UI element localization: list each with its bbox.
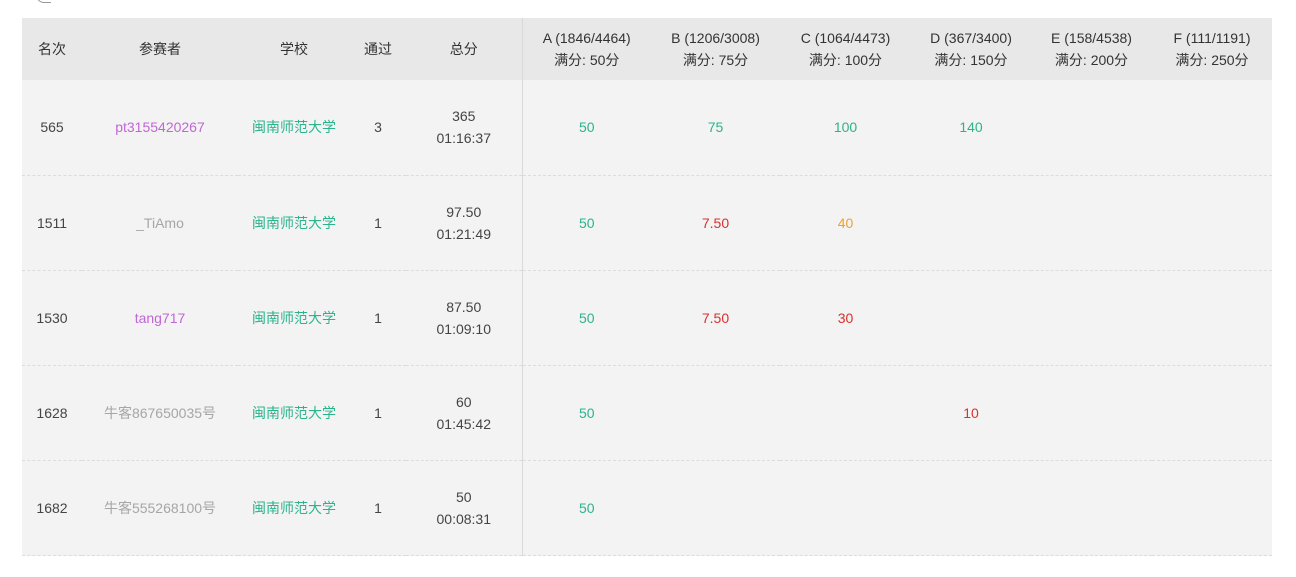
problem-title: B (1206/3008) [671, 30, 760, 46]
header-problem-d[interactable]: D (367/3400) 满分: 150分 [911, 18, 1031, 80]
participant-link[interactable]: 牛客867650035号 [82, 365, 238, 460]
total-time: 00:08:31 [436, 510, 492, 527]
passed-cell: 1 [374, 499, 382, 516]
participant-link[interactable]: pt3155420267 [82, 80, 238, 175]
header-rank[interactable]: 名次 [22, 18, 82, 80]
total-score: 60 [455, 393, 472, 410]
rank-cell: 565 [40, 119, 64, 136]
problem-e-cell [1031, 460, 1152, 555]
problem-c-cell: 30 [837, 309, 854, 326]
school-link[interactable]: 闽南师范大学 [238, 460, 350, 555]
problem-title: A (1846/4464) [542, 30, 631, 46]
header-passed[interactable]: 通过 [350, 18, 406, 80]
table-row: 565 pt3155420267 闽南师范大学 3 365 01:16:37 50… [22, 80, 1272, 175]
problem-e-cell [1031, 175, 1152, 270]
problem-f-cell [1152, 175, 1272, 270]
header-participant: 参赛者 [82, 18, 238, 80]
table-row: 1682 牛客555268100号 闽南师范大学 1 50 00:08:31 50 [22, 460, 1272, 555]
rank-cell: 1511 [36, 214, 68, 231]
problem-f-cell [1152, 365, 1272, 460]
problem-b-cell [651, 365, 780, 460]
problem-b-cell [651, 460, 780, 555]
problem-title: E (158/4538) [1051, 30, 1132, 46]
total-cell: 365 01:16:37 [406, 80, 523, 175]
total-time: 01:21:49 [436, 225, 492, 242]
participant-link[interactable]: _TiAmo [82, 175, 238, 270]
total-time: 01:16:37 [436, 130, 492, 147]
header-problem-a[interactable]: A (1846/4464) 满分: 50分 [522, 18, 651, 80]
problem-a-cell: 50 [578, 499, 595, 516]
total-time: 01:45:42 [436, 415, 492, 432]
school-link[interactable]: 闽南师范大学 [238, 270, 350, 365]
problem-full-score: 满分: 150分 [934, 52, 1008, 68]
passed-cell: 1 [374, 214, 382, 231]
problem-d-cell [911, 175, 1031, 270]
total-cell: 87.50 01:09:10 [406, 270, 523, 365]
total-score: 87.50 [446, 298, 482, 315]
corner-decoration [36, 0, 51, 3]
table-header-row: 名次 参赛者 学校 通过 总分 A (1846/4464) 满分: 50分 B (… [22, 18, 1272, 80]
school-link[interactable]: 闽南师范大学 [238, 175, 350, 270]
problem-f-cell [1152, 80, 1272, 175]
participant-link[interactable]: 牛客555268100号 [82, 460, 238, 555]
total-time: 01:09:10 [436, 320, 492, 337]
header-problem-f[interactable]: F (111/1191) 满分: 250分 [1152, 18, 1272, 80]
problem-b-cell: 7.50 [701, 309, 730, 326]
problem-c-cell [780, 365, 911, 460]
problem-full-score: 满分: 250分 [1175, 52, 1249, 68]
problem-d-cell [911, 460, 1031, 555]
problem-a-cell: 50 [578, 214, 595, 231]
passed-cell: 1 [374, 309, 382, 326]
header-problem-c[interactable]: C (1064/4473) 满分: 100分 [780, 18, 911, 80]
header-total[interactable]: 总分 [406, 18, 523, 80]
school-link[interactable]: 闽南师范大学 [238, 80, 350, 175]
total-score: 365 [452, 108, 476, 125]
problem-b-cell: 75 [707, 119, 724, 136]
problem-d-cell: 140 [959, 119, 983, 136]
passed-cell: 3 [374, 119, 382, 136]
table-row: 1628 牛客867650035号 闽南师范大学 1 60 01:45:42 50… [22, 365, 1272, 460]
problem-title: C (1064/4473) [800, 30, 891, 46]
passed-cell: 1 [374, 404, 382, 421]
problem-a-cell: 50 [578, 309, 595, 326]
total-cell: 50 00:08:31 [406, 460, 523, 555]
school-link[interactable]: 闽南师范大学 [238, 365, 350, 460]
problem-e-cell [1031, 270, 1152, 365]
total-cell: 97.50 01:21:49 [406, 175, 523, 270]
rank-cell: 1530 [36, 309, 68, 326]
header-problem-b[interactable]: B (1206/3008) 满分: 75分 [651, 18, 780, 80]
rank-cell: 1682 [36, 499, 68, 516]
total-score: 97.50 [446, 203, 482, 220]
problem-c-cell: 100 [833, 119, 858, 136]
total-cell: 60 01:45:42 [406, 365, 523, 460]
problem-c-cell [780, 460, 911, 555]
problem-a-cell: 50 [578, 404, 595, 421]
header-problem-e[interactable]: E (158/4538) 满分: 200分 [1031, 18, 1152, 80]
problem-full-score: 满分: 75分 [682, 52, 749, 68]
problem-title: F (111/1191) [1173, 30, 1251, 46]
header-school: 学校 [238, 18, 350, 80]
table-row: 1511 _TiAmo 闽南师范大学 1 97.50 01:21:49 50 7.… [22, 175, 1272, 270]
problem-full-score: 满分: 200分 [1054, 52, 1129, 68]
total-score: 50 [455, 488, 472, 505]
problem-c-cell: 40 [837, 214, 854, 231]
rank-cell: 1628 [36, 404, 68, 421]
problem-f-cell [1152, 460, 1272, 555]
problem-d-cell: 10 [963, 404, 979, 421]
problem-full-score: 满分: 100分 [808, 52, 883, 68]
problem-f-cell [1152, 270, 1272, 365]
table-row: 1530 tang717 闽南师范大学 1 87.50 01:09:10 50 7… [22, 270, 1272, 365]
problem-d-cell [911, 270, 1031, 365]
problem-e-cell [1031, 80, 1152, 175]
problem-e-cell [1031, 365, 1152, 460]
problem-a-cell: 50 [578, 119, 595, 136]
problem-b-cell: 7.50 [701, 214, 730, 231]
problem-full-score: 满分: 50分 [554, 52, 620, 68]
problem-title: D (367/3400) [930, 30, 1012, 46]
ranking-table: 名次 参赛者 学校 通过 总分 A (1846/4464) 满分: 50分 B (… [22, 18, 1272, 556]
participant-link[interactable]: tang717 [82, 270, 238, 365]
